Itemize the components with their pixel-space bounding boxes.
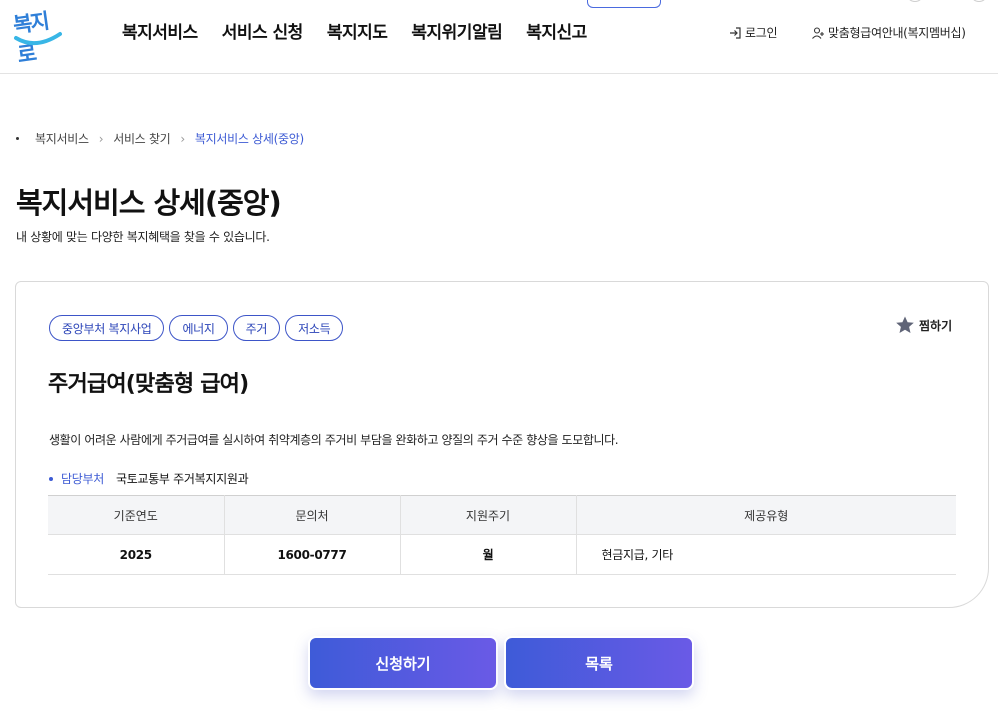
favorite-button[interactable]: 찜하기: [895, 315, 952, 335]
nav-welfare-report[interactable]: 복지신고: [526, 18, 587, 43]
search-tab[interactable]: [587, 0, 661, 8]
table-header: 제공유형: [576, 495, 956, 535]
service-detail-card: 중앙부처 복지사업 에너지 주거 저소득 찜하기 주거급여(맞춤형 급여) 생활…: [15, 281, 989, 608]
user-plus-icon: [812, 26, 824, 39]
table-cell-contact: 1600-0777: [224, 534, 401, 575]
tag-badge[interactable]: 중앙부처 복지사업: [49, 315, 165, 341]
bullet-icon: [49, 476, 53, 481]
department-value: 국토교통부 주거복지지원과: [115, 472, 249, 486]
breadcrumb-item[interactable]: 복지서비스: [35, 130, 89, 147]
site-logo[interactable]: 복지로: [12, 4, 66, 67]
table-cell-cycle: 월: [400, 534, 577, 575]
list-button[interactable]: 목록: [504, 636, 694, 690]
membership-label: 맞춤형급여안내(복지멤버십): [828, 26, 966, 40]
department-label: 담당부처: [61, 472, 104, 486]
nav-service-apply[interactable]: 서비스 신청: [222, 18, 304, 43]
top-util-button[interactable]: [906, 0, 924, 2]
service-description: 생활이 어려운 사람에게 주거급여를 실시하여 취약계층의 주거비 부담을 완화…: [49, 433, 619, 447]
login-icon: [730, 26, 741, 39]
page-subtitle: 내 상황에 맞는 다양한 복지혜택을 찾을 수 있습니다.: [16, 230, 270, 244]
main-nav: 복지서비스 서비스 신청 복지지도 복지위기알림 복지신고: [122, 18, 611, 43]
service-info-table: 기준연도 문의처 지원주기 제공유형 2025 1600-0777 월 현금지급…: [48, 495, 956, 575]
department-info: 담당부처 국토교통부 주거복지지원과: [49, 470, 249, 487]
login-label: 로그인: [745, 26, 778, 40]
breadcrumb-chevron-icon: ›: [180, 131, 185, 146]
tag-badge[interactable]: 저소득: [285, 315, 344, 341]
nav-welfare-service[interactable]: 복지서비스: [122, 18, 198, 43]
login-link[interactable]: 로그인: [728, 24, 778, 41]
table-cell-year: 2025: [48, 534, 225, 575]
favorite-label: 찜하기: [919, 318, 953, 333]
star-icon: [896, 316, 914, 333]
table-cell-type: 현금지급, 기타: [576, 534, 956, 575]
breadcrumb-home-dot: [16, 137, 19, 140]
service-title: 주거급여(맞춤형 급여): [48, 372, 249, 397]
table-header-row: 기준연도 문의처 지원주기 제공유형: [48, 495, 956, 535]
apply-button[interactable]: 신청하기: [308, 636, 498, 690]
logo-swoosh-icon: [14, 32, 62, 46]
breadcrumb: 복지서비스 › 서비스 찾기 › 복지서비스 상세(중앙): [16, 130, 304, 147]
tag-badge[interactable]: 에너지: [169, 315, 228, 341]
nav-crisis-alert[interactable]: 복지위기알림: [411, 18, 502, 43]
top-util-button[interactable]: [970, 0, 988, 2]
nav-welfare-map[interactable]: 복지지도: [327, 18, 388, 43]
table-row: 2025 1600-0777 월 현금지급, 기타: [48, 534, 956, 575]
membership-link[interactable]: 맞춤형급여안내(복지멤버십): [811, 24, 966, 41]
page-title: 복지서비스 상세(중앙): [16, 186, 282, 220]
site-header: 복지로 복지서비스 서비스 신청 복지지도 복지위기알림 복지신고 로그인 맞춤…: [0, 0, 998, 74]
table-header: 기준연도: [48, 495, 225, 535]
table-header: 문의처: [224, 495, 401, 535]
tag-badge[interactable]: 주거: [232, 315, 281, 341]
tag-list: 중앙부처 복지사업 에너지 주거 저소득: [49, 315, 344, 341]
breadcrumb-chevron-icon: ›: [98, 131, 104, 146]
breadcrumb-current: 복지서비스 상세(중앙): [194, 132, 304, 146]
table-header: 지원주기: [400, 495, 577, 535]
breadcrumb-item[interactable]: 서비스 찾기: [113, 130, 171, 147]
